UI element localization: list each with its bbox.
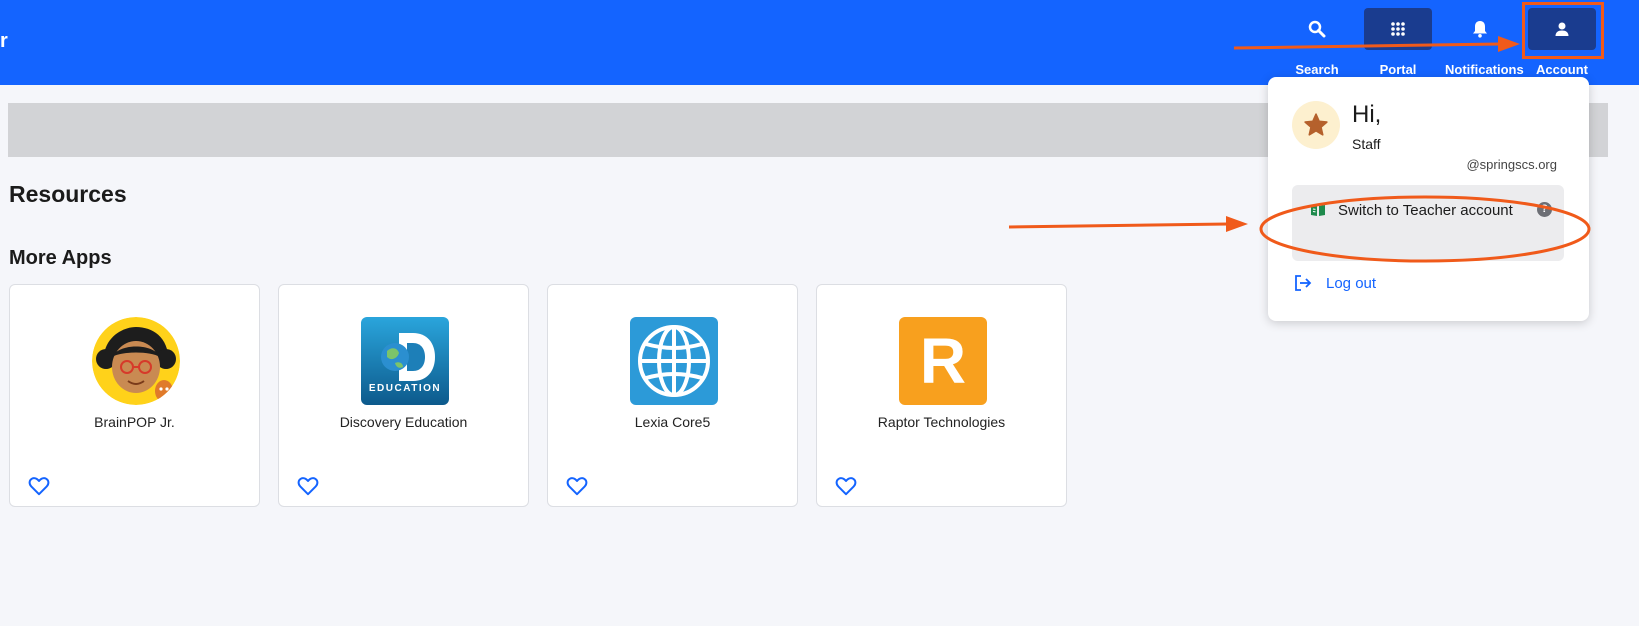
notifications-button[interactable] — [1446, 8, 1514, 50]
app-card-raptor-technologies[interactable]: R Raptor Technologies — [816, 284, 1067, 507]
star-icon — [1304, 113, 1328, 136]
heart-icon[interactable] — [297, 476, 319, 496]
portal-button[interactable] — [1364, 8, 1432, 50]
app-name: Discovery Education — [339, 414, 468, 430]
nav-label-portal: Portal — [1379, 62, 1417, 77]
arrow-to-switch-account — [1008, 216, 1248, 232]
nav-portal[interactable]: Portal — [1363, 8, 1433, 77]
heart-icon[interactable] — [566, 476, 588, 496]
logout-label: Log out — [1326, 274, 1377, 292]
discovery-education-logo: EDUCATION — [361, 317, 449, 405]
app-name: Lexia Core5 — [634, 414, 711, 430]
user-role: Staff — [1352, 136, 1381, 152]
raptor-logo: R — [899, 317, 987, 405]
more-apps-heading: More Apps — [9, 247, 112, 269]
heart-icon[interactable] — [835, 476, 857, 496]
book-icon — [1311, 205, 1325, 216]
search-button[interactable] — [1283, 8, 1351, 50]
logout-button[interactable]: Log out — [1294, 271, 1376, 295]
nav-label-notifications: Notifications — [1445, 62, 1524, 77]
avatar — [1292, 101, 1340, 149]
brainpop-jr-logo — [92, 317, 180, 405]
greeting: Hi, — [1352, 101, 1382, 128]
app-card-grid: BrainPOP Jr. EDUCATION Discovery Educati… — [9, 284, 1067, 507]
bell-icon — [1473, 21, 1487, 38]
account-highlight-box — [1522, 2, 1604, 59]
account-dropdown-menu: Hi, Staff @springscs.org Switch to Teach… — [1268, 77, 1589, 321]
brand-name: r — [0, 30, 8, 52]
globe-logo — [630, 317, 718, 405]
switch-to-teacher-label: Switch to Teacher account — [1338, 202, 1513, 219]
user-email: @springscs.org — [1466, 157, 1557, 172]
discovery-logo-text: EDUCATION — [368, 383, 442, 394]
nav-label-account: Account — [1536, 62, 1588, 77]
search-icon — [1308, 20, 1326, 38]
app-card-lexia-core5[interactable]: Lexia Core5 — [547, 284, 798, 507]
app-name: BrainPOP Jr. — [94, 414, 175, 430]
app-card-discovery-education[interactable]: EDUCATION Discovery Education — [278, 284, 529, 507]
nav-label-search: Search — [1295, 62, 1339, 77]
logout-icon — [1295, 275, 1312, 291]
switch-to-teacher-button[interactable]: Switch to Teacher account ? — [1292, 185, 1564, 261]
resources-heading: Resources — [9, 181, 127, 207]
app-name: Raptor Technologies — [877, 414, 1006, 430]
raptor-logo-letter: R — [919, 325, 967, 397]
nav-search[interactable]: Search — [1282, 8, 1352, 77]
app-card-brainpop-jr[interactable]: BrainPOP Jr. — [9, 284, 260, 507]
top-navigation-bar: r Search Portal Notifications Account — [0, 0, 1639, 85]
heart-icon[interactable] — [28, 476, 50, 496]
help-icon[interactable]: ? — [1537, 202, 1552, 217]
nav-notifications[interactable]: Notifications — [1445, 8, 1524, 77]
grid-icon — [1391, 22, 1405, 36]
